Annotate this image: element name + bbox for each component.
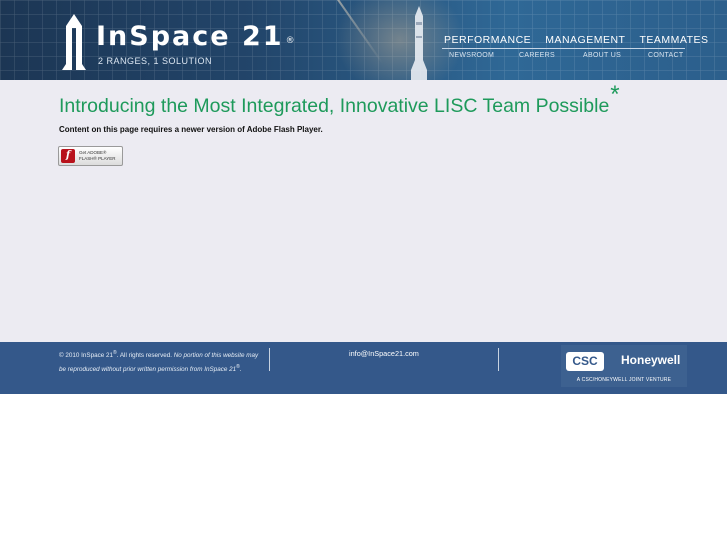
copyright-prefix: © 2010 InSpace 21: [59, 352, 114, 360]
main-nav: PERFORMANCE MANAGEMENT TEAMMATES: [444, 34, 709, 46]
notice-end: .: [239, 365, 242, 373]
footer-divider-right: [498, 348, 499, 371]
subnav-newsroom[interactable]: NEWSROOM: [449, 52, 494, 59]
nav-management[interactable]: MANAGEMENT: [545, 34, 625, 46]
flash-badge-line-1: Get ADOBE®: [79, 150, 107, 155]
partner-logos[interactable]: CSC Honeywell A CSC/HONEYWELL JOINT VENT…: [561, 345, 687, 387]
flash-badge-line-2: FLASH® PLAYER: [79, 156, 116, 161]
headline-asterisk: *: [610, 81, 620, 108]
site-logo-text[interactable]: InSpace 21 ®: [96, 22, 295, 52]
nav-performance[interactable]: PERFORMANCE: [444, 34, 531, 46]
subnav-contact[interactable]: CONTACT: [648, 52, 683, 59]
flash-required-message: Content on this page requires a newer ve…: [59, 125, 323, 134]
joint-venture-caption: A CSC/HONEYWELL JOINT VENTURE: [576, 377, 672, 383]
rocket-icon: [411, 6, 427, 80]
copyright-rights: . All rights reserved.: [116, 352, 172, 360]
sub-nav: NEWSROOM CAREERS ABOUT US CONTACT: [0, 52, 727, 64]
copyright-notice: © 2010 InSpace 21®. All rights reserved.…: [59, 348, 265, 375]
subnav-about-us[interactable]: ABOUT US: [583, 52, 621, 59]
contact-email-link[interactable]: info@InSpace21.com: [349, 349, 419, 358]
brand-registered-mark: ®: [285, 36, 297, 46]
get-flash-player-button[interactable]: f Get ADOBE® FLASH® PLAYER: [58, 146, 123, 166]
adobe-flash-icon: f: [61, 149, 75, 163]
subnav-careers[interactable]: CAREERS: [519, 52, 555, 59]
footer-divider-left: [269, 348, 270, 371]
nav-divider-line: [442, 48, 685, 49]
brand-name: InSpace 21: [96, 21, 284, 52]
nav-teammates[interactable]: TEAMMATES: [639, 34, 708, 46]
csc-logo: CSC: [566, 352, 604, 371]
page-headline: Introducing the Most Integrated, Innovat…: [59, 81, 620, 119]
main-content: Introducing the Most Integrated, Innovat…: [0, 80, 727, 342]
headline-text: Introducing the Most Integrated, Innovat…: [59, 95, 610, 117]
site-footer: © 2010 InSpace 21®. All rights reserved.…: [0, 342, 727, 394]
honeywell-logo: Honeywell: [621, 353, 681, 367]
site-header: InSpace 21 ® 2 RANGES, 1 SOLUTION PERFORM…: [0, 0, 727, 80]
